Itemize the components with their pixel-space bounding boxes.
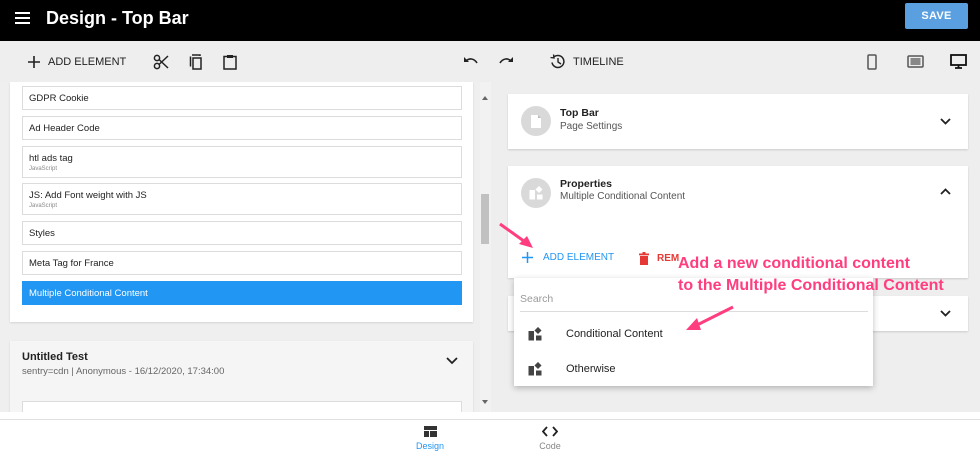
annotation-line-1: Add a new conditional content xyxy=(678,255,910,272)
code-icon xyxy=(542,426,558,437)
annotation-text: Add a new conditional content to the Mul… xyxy=(678,253,944,297)
bottom-nav: Design Code xyxy=(0,419,980,458)
tab-code[interactable]: Code xyxy=(520,426,580,451)
dashboard-icon xyxy=(423,426,437,437)
tab-design[interactable]: Design xyxy=(400,426,460,451)
tab-code-label: Code xyxy=(539,441,561,451)
tab-design-label: Design xyxy=(415,441,444,451)
annotation-arrows xyxy=(499,222,734,330)
annotation-line-2: to the Multiple Conditional Content xyxy=(678,277,944,294)
